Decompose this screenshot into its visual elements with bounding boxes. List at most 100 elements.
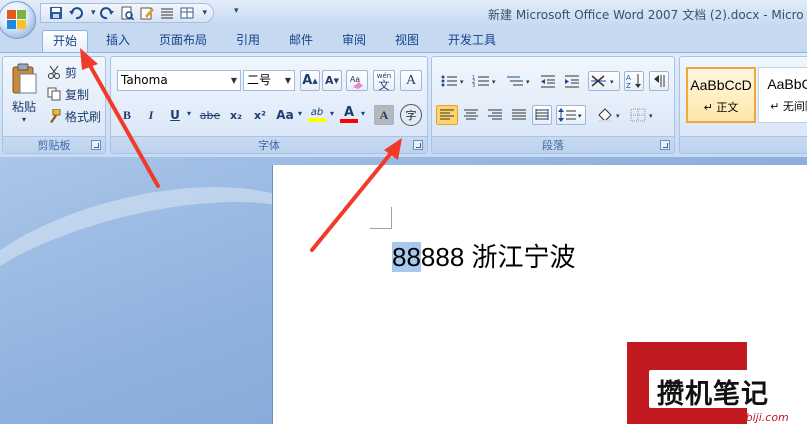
change-case-dropdown-icon[interactable]: ▾ — [298, 109, 302, 118]
distributed-button[interactable] — [532, 105, 552, 125]
tab-insert[interactable]: 插入 — [98, 30, 138, 52]
highlight-label: ab — [310, 106, 324, 118]
paragraph-group: ▾ 1 2 3 ▾ ▾ ▾ AZ ▾ ▾ ▾ 段落 — [431, 56, 675, 154]
enclose-characters-button[interactable]: 字 — [400, 104, 422, 126]
style-no-spacing[interactable]: AaBbCc ↵ 无间隔 — [758, 67, 807, 123]
style-normal-name: ↵ 正文 — [703, 101, 739, 114]
underline-button[interactable]: U — [165, 105, 185, 125]
table-dropdown-icon[interactable]: ▾ — [203, 8, 208, 18]
tab-references[interactable]: 引用 — [228, 30, 268, 52]
bullets-button[interactable]: ▾ — [438, 71, 468, 91]
quick-access-toolbar: ▾ ▾ — [40, 3, 215, 23]
show-hide-marks-button[interactable] — [649, 71, 669, 91]
phonetic-guide-button[interactable]: wén 文 — [373, 70, 395, 91]
sort-button[interactable]: AZ — [624, 71, 644, 91]
asian-layout-button[interactable]: ▾ — [588, 71, 620, 91]
svg-text:▾: ▾ — [578, 112, 582, 120]
paste-dropdown-icon[interactable]: ▾ — [22, 115, 26, 124]
customize-qat-button[interactable]: ▾ — [234, 6, 239, 16]
subscript-button[interactable]: x₂ — [225, 105, 247, 125]
paint-bucket-icon: ▾ — [598, 108, 620, 122]
borders-button[interactable]: ▾ — [628, 105, 658, 125]
italic-button[interactable]: I — [141, 105, 161, 125]
line-spacing-icon: ▾ — [558, 108, 582, 122]
decrease-indent-icon — [541, 75, 555, 88]
ribbon: 粘贴 ▾ 剪 复制 格式刷 剪贴板 Tahoma ▼ 二号 ▼ A ▲ A ▼ … — [0, 52, 807, 157]
superscript-button[interactable]: x² — [249, 105, 271, 125]
highlight-dropdown-icon[interactable]: ▾ — [330, 109, 334, 118]
undo-dropdown-icon[interactable]: ▾ — [91, 8, 96, 18]
clear-formatting-button[interactable]: Aa — [346, 70, 368, 91]
shrink-font-button[interactable]: A ▼ — [322, 70, 342, 91]
style-normal[interactable]: AaBbCcD ↵ 正文 — [686, 67, 756, 123]
copy-icon — [47, 87, 61, 101]
strikethrough-button[interactable]: abe — [197, 105, 223, 125]
clear-formatting-icon: Aa — [350, 75, 363, 89]
selected-text[interactable]: 88 — [392, 242, 421, 272]
sort-icon: AZ — [626, 74, 641, 89]
underline-dropdown-icon[interactable]: ▾ — [187, 109, 191, 118]
font-name-dropdown-icon[interactable]: ▼ — [231, 71, 237, 90]
paragraph-icon[interactable] — [159, 5, 176, 21]
format-painter-button[interactable]: 格式刷 — [47, 107, 101, 125]
svg-text:▾: ▾ — [649, 112, 653, 120]
shading-button[interactable]: ▾ — [594, 105, 624, 125]
font-group: Tahoma ▼ 二号 ▼ A ▲ A ▼ Aa wén 文 A B I U ▾ a… — [110, 56, 428, 154]
font-size-dropdown-icon[interactable]: ▼ — [285, 71, 291, 90]
font-dialog-launcher[interactable] — [413, 140, 423, 150]
tab-review[interactable]: 审阅 — [334, 30, 374, 52]
cut-button[interactable]: 剪 — [47, 63, 77, 81]
tab-view[interactable]: 视图 — [387, 30, 427, 52]
increase-indent-button[interactable] — [562, 71, 582, 91]
print-preview-icon[interactable] — [119, 5, 136, 21]
copy-button[interactable]: 复制 — [47, 85, 89, 103]
table-icon[interactable] — [179, 5, 196, 21]
character-shading-button[interactable]: A — [374, 105, 394, 125]
window-title: 新建 Microsoft Office Word 2007 文档 (2).doc… — [488, 8, 804, 22]
paste-label: 粘贴 — [11, 99, 36, 114]
format-painter-label: 格式刷 — [65, 109, 102, 124]
tab-home[interactable]: 开始 — [42, 30, 88, 52]
tab-mailings[interactable]: 邮件 — [281, 30, 321, 52]
align-center-button[interactable] — [460, 105, 482, 125]
copy-label: 复制 — [65, 87, 90, 102]
decrease-indent-button[interactable] — [538, 71, 558, 91]
multilevel-list-button[interactable]: ▾ — [504, 71, 534, 91]
bold-button[interactable]: B — [117, 105, 137, 125]
margin-mark-horizontal — [370, 228, 392, 229]
font-name-combo[interactable]: Tahoma ▼ — [117, 70, 241, 91]
font-size-combo[interactable]: 二号 ▼ — [243, 70, 295, 91]
align-right-icon — [488, 109, 502, 120]
numbering-button[interactable]: 1 2 3 ▾ — [470, 71, 500, 91]
align-right-button[interactable] — [484, 105, 506, 125]
paragraph-mark-icon — [654, 75, 665, 87]
justify-button[interactable] — [508, 105, 530, 125]
svg-text:▾: ▾ — [526, 78, 530, 86]
font-color-button[interactable]: A — [339, 103, 359, 125]
watermark-text: 攒机笔记 — [657, 379, 769, 410]
paragraph-group-label: 段落 — [432, 136, 674, 153]
change-case-button[interactable]: Aa — [273, 105, 297, 125]
tab-page-layout[interactable]: 页面布局 — [150, 30, 216, 52]
save-icon[interactable] — [47, 5, 64, 21]
document-text-line[interactable]: 88888 浙江宁波 — [392, 237, 576, 274]
paragraph-dialog-launcher[interactable] — [660, 140, 670, 150]
svg-text:▾: ▾ — [616, 112, 620, 120]
tab-developer[interactable]: 开发工具 — [439, 30, 505, 52]
line-spacing-button[interactable]: ▾ — [556, 105, 586, 125]
office-logo-icon — [7, 10, 27, 30]
edit-icon[interactable] — [139, 5, 156, 21]
distributed-icon — [535, 109, 549, 120]
character-border-button[interactable]: A — [400, 70, 422, 91]
undo-icon[interactable] — [67, 5, 84, 21]
paste-button[interactable]: 粘贴 ▾ — [6, 60, 42, 126]
highlight-button[interactable]: ab — [306, 103, 328, 125]
grow-font-label: A — [302, 73, 313, 88]
grow-font-button[interactable]: A ▲ — [300, 70, 320, 91]
clipboard-dialog-launcher[interactable] — [91, 140, 101, 150]
font-color-dropdown-icon[interactable]: ▾ — [361, 109, 365, 118]
unselected-text[interactable]: 888 浙江宁波 — [421, 242, 576, 272]
align-left-button[interactable] — [436, 105, 458, 125]
redo-icon[interactable] — [99, 5, 116, 21]
align-center-icon — [464, 109, 478, 120]
